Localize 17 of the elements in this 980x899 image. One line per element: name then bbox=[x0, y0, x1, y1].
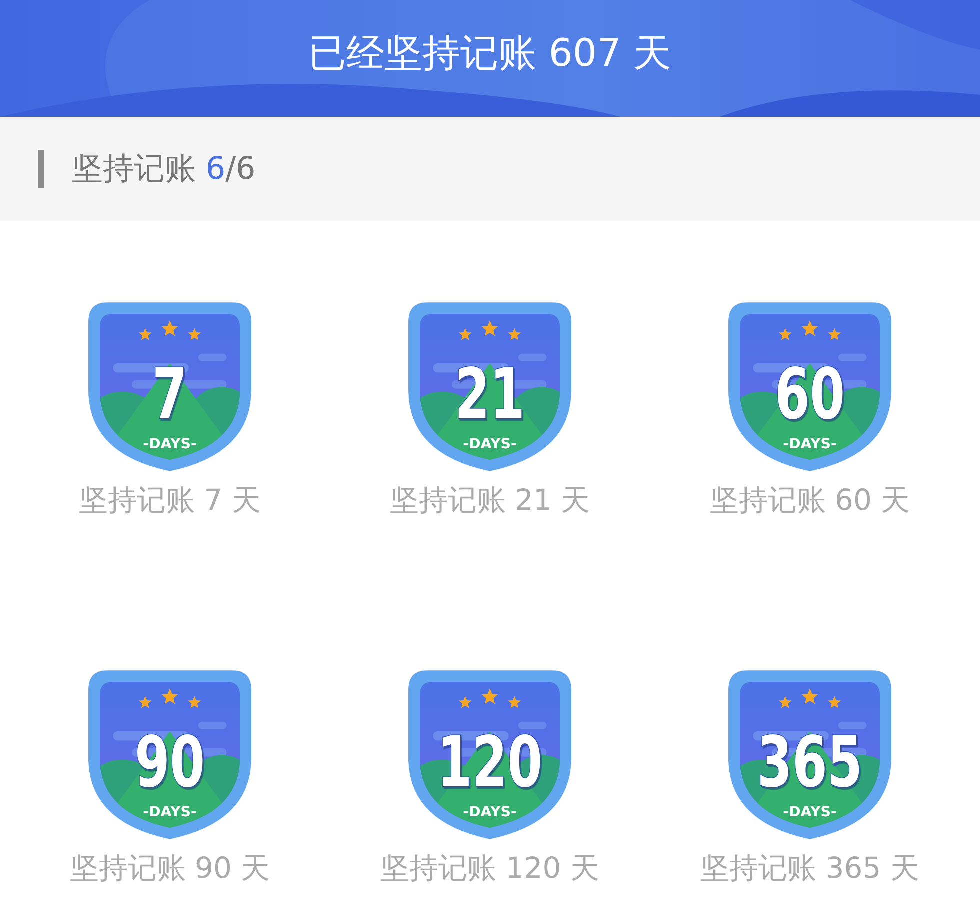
section-marker bbox=[38, 150, 44, 188]
days-label: -DAYS- bbox=[143, 436, 197, 453]
days-label: -DAYS- bbox=[143, 804, 197, 821]
badge-caption: 坚持记账 7 天 bbox=[79, 482, 261, 519]
badge-caption: 坚持记账 60 天 bbox=[710, 482, 910, 519]
days-label: -DAYS- bbox=[783, 804, 837, 821]
badge-caption: 坚持记账 365 天 bbox=[700, 850, 920, 887]
badge-number: 21 bbox=[454, 354, 526, 436]
badge-caption: 坚持记账 90 天 bbox=[70, 850, 270, 887]
badge-number: 7 bbox=[152, 354, 188, 436]
days-label: -DAYS- bbox=[463, 436, 517, 453]
days-label: -DAYS- bbox=[463, 804, 517, 821]
days-streak-title: 已经坚持记账 607 天 bbox=[308, 31, 672, 77]
badge-caption: 坚持记账 21 天 bbox=[390, 482, 590, 519]
days-label: -DAYS- bbox=[783, 436, 837, 453]
badge-caption: 坚持记账 120 天 bbox=[380, 850, 600, 887]
section-title: 坚持记账 6/6 bbox=[72, 150, 256, 189]
